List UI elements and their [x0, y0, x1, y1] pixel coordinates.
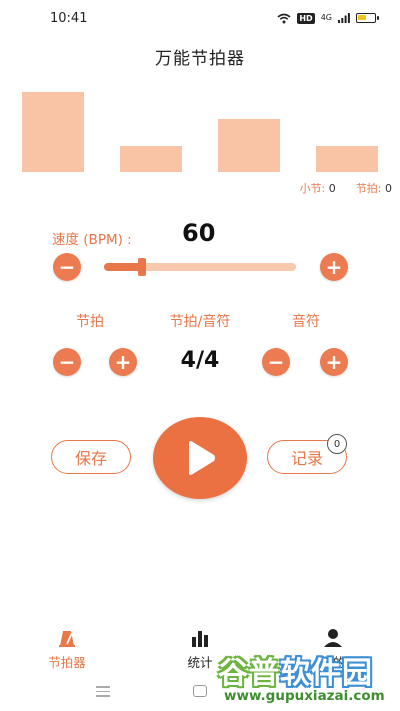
beat-counter: 节拍: 0	[356, 180, 392, 196]
person-icon	[324, 629, 342, 647]
bpm-decrease-button[interactable]: −	[53, 253, 81, 281]
watermark-name-part2: 软件园	[280, 656, 373, 691]
beat-decrease-button[interactable]: −	[53, 348, 81, 376]
status-time: 10:41	[50, 11, 88, 26]
beat-section-label: 节拍	[76, 314, 104, 330]
bpm-slider-fill	[104, 263, 142, 271]
menu-icon[interactable]	[96, 686, 110, 700]
bpm-value: 60	[182, 219, 216, 247]
bar-chart-icon	[192, 631, 208, 647]
bpm-increase-button[interactable]: +	[320, 253, 348, 281]
beat-bar-3	[218, 119, 280, 172]
bpm-slider[interactable]	[104, 258, 296, 276]
record-count-badge: 0	[327, 434, 347, 454]
save-button[interactable]: 保存	[51, 440, 131, 474]
app-screen: 10:41 HD 4G 万能节拍器 小节: 0 节拍: 0 速度 (BPM):…	[0, 0, 400, 711]
hd-badge: HD	[297, 12, 315, 24]
watermark-logo-text: 谷普软件园	[218, 648, 373, 692]
time-signature-value: 4/4	[180, 348, 220, 373]
watermark-name-part1: 谷普	[218, 656, 280, 691]
home-icon[interactable]	[193, 685, 207, 697]
measure-label: 小节:	[299, 182, 326, 195]
beat-value: 0	[385, 182, 392, 195]
note-decrease-button[interactable]: −	[262, 348, 290, 376]
beat-bar-4	[316, 146, 378, 172]
beat-counters: 小节: 0 节拍: 0	[300, 180, 392, 196]
battery-icon	[356, 13, 379, 23]
signal-icon	[338, 13, 350, 23]
beat-bar-1	[22, 92, 84, 172]
beat-label: 节拍:	[355, 182, 382, 195]
beat-bar-2	[120, 146, 182, 172]
play-icon	[189, 441, 215, 475]
measure-counter: 小节: 0	[300, 180, 336, 196]
metronome-icon	[59, 631, 75, 647]
status-bar: 10:41 HD 4G	[0, 0, 400, 38]
measure-value: 0	[328, 182, 336, 195]
network-type: 4G	[320, 13, 332, 22]
note-increase-button[interactable]: +	[320, 348, 348, 376]
beat-visualizer	[22, 86, 380, 172]
wifi-icon	[277, 13, 291, 23]
nav-item-metronome[interactable]: 节拍器	[22, 620, 112, 670]
nav-label-metronome: 节拍器	[48, 655, 86, 670]
note-section-label: 音符	[292, 314, 320, 330]
beat-increase-button[interactable]: +	[109, 348, 137, 376]
speed-label: 速度 (BPM) :	[52, 232, 132, 248]
time-signature-section-label: 节拍/音符	[169, 314, 231, 330]
watermark-url: www.gupuxiazai.com	[224, 688, 385, 704]
bpm-slider-thumb[interactable]	[138, 258, 146, 276]
watermark: 谷普软件园 www.gupuxiazai.com	[216, 648, 396, 708]
status-icons: HD 4G	[277, 10, 379, 26]
page-title: 万能节拍器	[155, 49, 245, 69]
play-button[interactable]	[153, 417, 247, 499]
